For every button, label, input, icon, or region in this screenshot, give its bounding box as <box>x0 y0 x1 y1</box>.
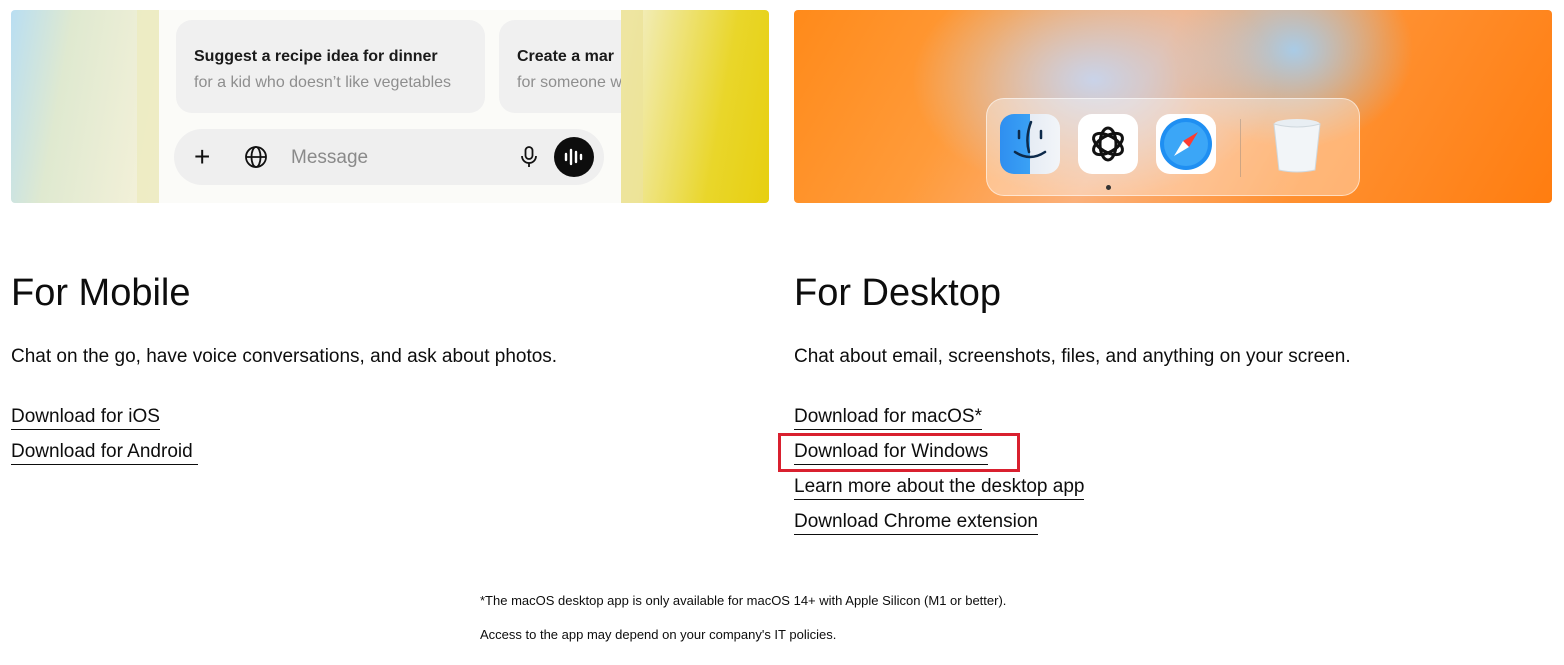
trash-icon <box>1267 114 1327 174</box>
desktop-description: Chat about email, screenshots, files, an… <box>794 346 1351 367</box>
desktop-links: Download for macOS* Download for Windows… <box>794 405 1085 545</box>
suggestion-card: Create a mar for someone w <box>499 20 621 113</box>
dock-separator <box>1240 119 1241 177</box>
finder-icon <box>1000 114 1060 174</box>
suggestion-subtitle: for someone w <box>517 74 621 91</box>
download-macos-link[interactable]: Download for macOS* <box>794 406 982 430</box>
message-placeholder: Message <box>291 147 369 168</box>
dock-active-dot <box>1106 185 1111 190</box>
phone-edge-left <box>137 10 159 203</box>
microphone-icon <box>520 145 538 174</box>
mobile-title: For Mobile <box>11 272 191 314</box>
download-android-link[interactable]: Download for Android <box>11 441 198 465</box>
mobile-preview-image: Suggest a recipe idea for dinner for a k… <box>11 10 769 203</box>
mobile-links: Download for iOS Download for Android <box>11 405 198 475</box>
phone-edge-right <box>621 10 643 203</box>
mac-dock <box>986 98 1360 196</box>
suggestion-title: Create a mar <box>517 48 614 65</box>
message-bar: + Message <box>174 129 604 185</box>
download-chrome-extension-link[interactable]: Download Chrome extension <box>794 511 1038 535</box>
safari-icon <box>1156 114 1216 174</box>
mobile-description: Chat on the go, have voice conversations… <box>11 346 558 367</box>
learn-more-desktop-link[interactable]: Learn more about the desktop app <box>794 476 1085 500</box>
suggestion-title: Suggest a recipe idea for dinner <box>194 48 438 65</box>
it-policy-footnote: Access to the app may depend on your com… <box>480 627 837 642</box>
macos-footnote: *The macOS desktop app is only available… <box>480 593 1007 608</box>
suggestion-card: Suggest a recipe idea for dinner for a k… <box>176 20 485 113</box>
globe-icon <box>244 145 268 174</box>
chatgpt-icon <box>1078 114 1138 174</box>
desktop-title: For Desktop <box>794 272 1001 314</box>
highlight-box <box>778 433 1020 472</box>
plus-icon: + <box>194 141 211 172</box>
download-ios-link[interactable]: Download for iOS <box>11 406 160 430</box>
desktop-preview-image <box>794 10 1552 203</box>
suggestion-subtitle: for a kid who doesn’t like vegetables <box>194 74 452 91</box>
voice-mode-icon <box>554 137 594 177</box>
